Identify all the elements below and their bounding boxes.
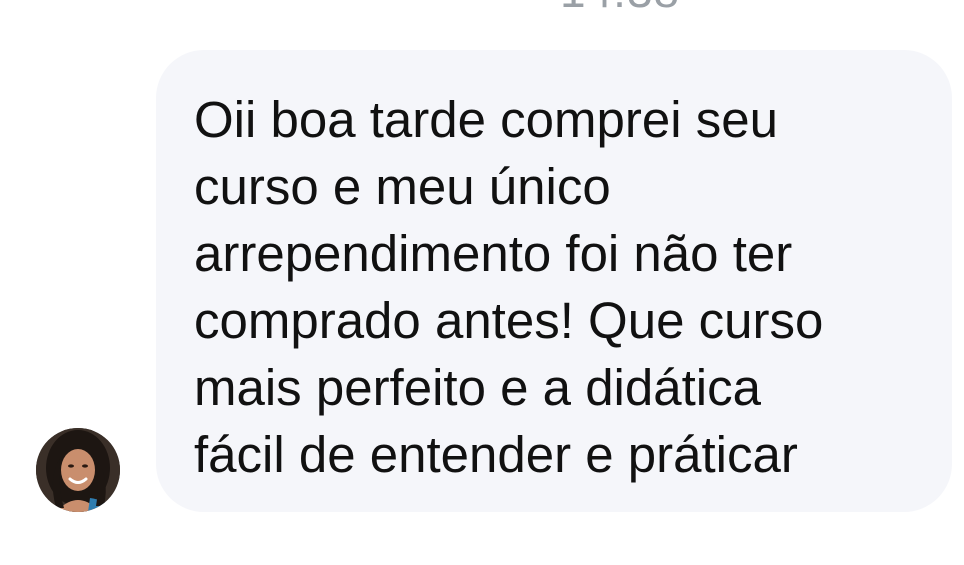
message-text: Oii boa tarde comprei seu curso e meu ún… xyxy=(194,91,824,483)
sender-avatar[interactable] xyxy=(36,428,120,512)
avatar-image xyxy=(36,428,120,512)
message-bubble[interactable]: Oii boa tarde comprei seu curso e meu ún… xyxy=(156,50,952,512)
message-timestamp: 14:38 xyxy=(560,0,680,18)
